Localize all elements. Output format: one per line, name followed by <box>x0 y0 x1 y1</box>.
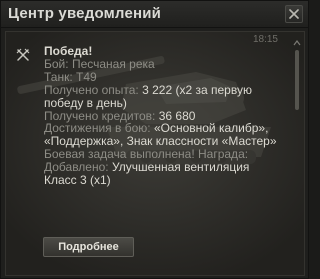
details-button[interactable]: Подробнее <box>43 237 134 257</box>
added-label: Добавлено: <box>44 160 109 175</box>
added-line: Добавлено: Улучшенная вентиляция Класс 3… <box>44 161 280 187</box>
notification-body: Победа! Бой: Песчаная река Танк: T49 Пол… <box>44 45 280 187</box>
notification-time: 18:15 <box>252 34 278 45</box>
xp-line: Получено опыта: 3 222 (x2 за первую побе… <box>44 82 280 110</box>
titlebar: Центр уведомлений <box>1 1 308 28</box>
credits-value: 36 680 <box>158 108 196 123</box>
notification-card: 18:15 Победа! Бой: Песчаная река Танк: T… <box>5 31 305 276</box>
notification-center-window: Центр уведомлений 18:15 Победа! Бой: Пес… <box>0 0 309 279</box>
close-icon <box>289 9 299 19</box>
window-title: Центр уведомлений <box>8 5 162 22</box>
achievements-line: Достижения в бою: «Основной калибр», «По… <box>44 122 280 148</box>
battle-label: Бой: <box>44 56 69 71</box>
close-button[interactable] <box>285 5 303 23</box>
scrollbar[interactable] <box>293 39 301 269</box>
crossed-swords-icon <box>16 48 30 61</box>
tank-label: Танк: <box>44 69 73 84</box>
scroll-up-arrow-icon[interactable] <box>293 39 301 46</box>
battle-value: Песчаная река <box>71 56 155 71</box>
xp-value: 3 222 <box>142 82 173 97</box>
xp-label: Получено опыта: <box>44 82 139 97</box>
tank-value: T49 <box>76 69 97 84</box>
achievements-label: Достижения в бою: <box>44 121 151 136</box>
credits-label: Получено кредитов: <box>44 108 156 123</box>
scrollbar-thumb[interactable] <box>295 50 299 110</box>
